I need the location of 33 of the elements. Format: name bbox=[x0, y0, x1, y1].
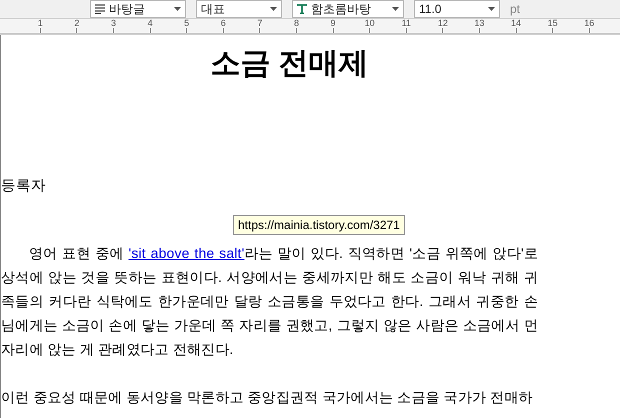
ruler-number: 4 bbox=[148, 19, 153, 28]
ruler-number: 3 bbox=[110, 19, 116, 28]
dropdown-caret-icon bbox=[488, 7, 495, 11]
ruler-number: 15 bbox=[548, 19, 558, 28]
ruler-number: 9 bbox=[330, 19, 336, 28]
author-label: 등록자 bbox=[1, 179, 47, 194]
toolbar-dropdown[interactable]: 11.0 bbox=[414, 0, 500, 18]
document-title: 소금 전매제 bbox=[209, 49, 370, 79]
toolbar-dropdown[interactable]: 함초롬바탕 bbox=[292, 0, 404, 18]
body-paragraph: 영어 표현 중에 'sit above the salt'라는 말이 있다. 직역하면 '소금 위쪽에 앉다'로 상석에 앉는 것을 뜻하는 표현이다. 서양에서는 중세까지만 해도 소금이 워낙 귀해 귀족들의 커다란 식탁에도 한가운데만 달랑 소금통을 두었다고 한다. 그래서 귀중한 손님에게는 소금이 손에 닿는 가운데 쪽 자리를 권했고, 그렇지 않은 사람은 소금에서 먼 자리에 앉는 게 관례였다고 전해진다. bbox=[1, 244, 538, 358]
ruler-number: 10 bbox=[364, 19, 375, 28]
hyperlink[interactable]: 'sit above the salt' bbox=[128, 244, 244, 260]
paragraph-style-icon bbox=[95, 4, 105, 14]
dropdown-caret-icon bbox=[270, 7, 277, 11]
font-icon bbox=[297, 4, 307, 14]
toolbar-dropdown[interactable]: 바탕글 bbox=[90, 0, 186, 18]
ruler-number: 13 bbox=[474, 19, 484, 28]
ruler-number: 7 bbox=[257, 19, 262, 28]
ruler-number: 14 bbox=[511, 19, 522, 28]
ruler-number: 11 bbox=[402, 19, 411, 28]
ruler-number: 1 bbox=[38, 19, 43, 28]
unit-label: pt bbox=[510, 1, 520, 18]
dropdown-caret-icon bbox=[174, 7, 181, 11]
toolbar-dropdown[interactable]: 대표 bbox=[196, 0, 282, 18]
ruler-number: 8 bbox=[294, 19, 299, 28]
dropdown-caret-icon bbox=[392, 7, 399, 11]
ruler-number: 2 bbox=[74, 19, 80, 28]
ruler-number: 5 bbox=[184, 19, 190, 28]
ruler-number: 12 bbox=[438, 19, 448, 28]
ruler-number: 6 bbox=[220, 19, 226, 28]
ruler-number: 16 bbox=[584, 19, 594, 28]
link-tooltip: https://mainia.tistory.com/3271 bbox=[233, 215, 405, 235]
body-paragraph: 이런 중요성 때문에 동서양을 막론하고 중앙집권적 국가에서는 소금을 국가가 전매하 bbox=[1, 388, 534, 406]
